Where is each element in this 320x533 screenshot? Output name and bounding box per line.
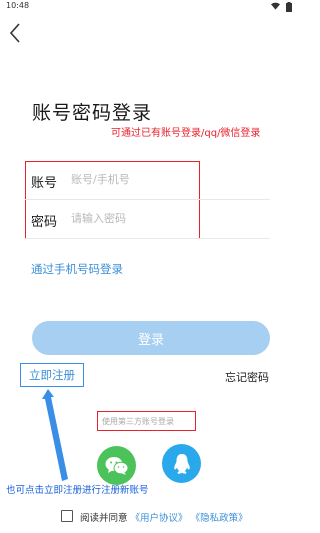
agreement-row: 阅读并同意 《用户协议》 《隐私政策》: [80, 510, 248, 524]
wechat-login-button[interactable]: [97, 446, 136, 485]
agreement-prefix: 阅读并同意: [80, 513, 128, 524]
forgot-password-link[interactable]: 忘记密码: [225, 369, 269, 385]
account-input[interactable]: [71, 173, 221, 186]
register-annotation-note: 也可点击立即注册进行注册新账号: [6, 485, 149, 496]
agreement-checkbox[interactable]: [61, 510, 73, 522]
field-divider: [25, 238, 270, 239]
password-input[interactable]: [71, 212, 221, 225]
back-button[interactable]: [4, 20, 26, 46]
account-label: 账号: [31, 176, 58, 191]
wechat-icon: [105, 456, 128, 475]
back-arrow-icon: [9, 23, 20, 43]
field-divider: [25, 199, 270, 200]
privacy-policy-link[interactable]: 《隐私政策》: [191, 513, 248, 524]
wifi-icon: [271, 2, 280, 10]
login-annotation-note: 可通过已有账号登录/qq/微信登录: [111, 128, 261, 139]
login-button[interactable]: 登录: [32, 321, 270, 355]
third-party-label: 使用第三方账号登录: [102, 417, 174, 426]
battery-icon: [286, 2, 292, 12]
status-time: 10:48: [6, 1, 30, 10]
arrow-annotation: [42, 389, 68, 481]
page-title: 账号密码登录: [32, 102, 153, 124]
password-label: 密码: [31, 215, 58, 230]
status-bar: 10:48: [0, 0, 300, 14]
qq-icon: [173, 453, 190, 474]
user-agreement-link[interactable]: 《用户协议》: [131, 513, 188, 524]
phone-login-link[interactable]: 通过手机号码登录: [31, 261, 123, 277]
register-link[interactable]: 立即注册: [20, 363, 84, 387]
qq-login-button[interactable]: [162, 444, 201, 483]
